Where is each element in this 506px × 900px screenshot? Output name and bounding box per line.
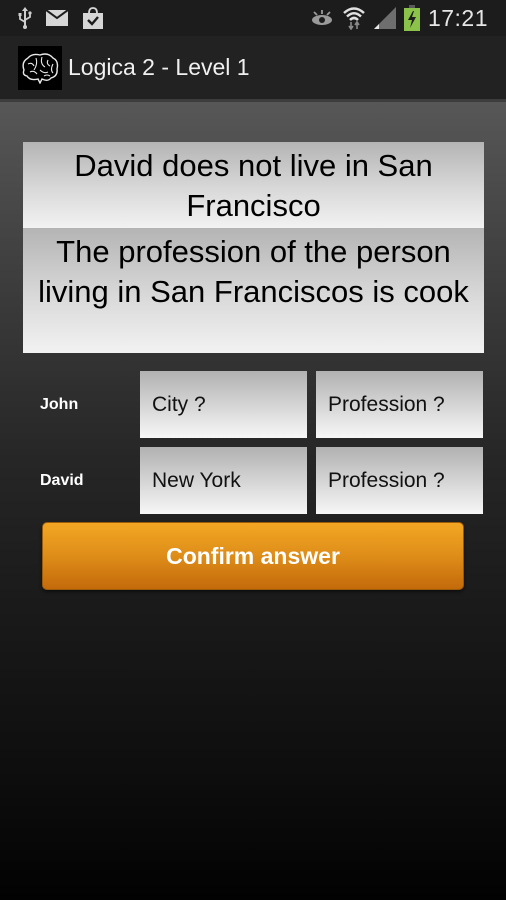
puzzle-content: David does not live in San Francisco The… bbox=[0, 102, 506, 900]
email-icon bbox=[46, 10, 68, 26]
wifi-icon bbox=[342, 6, 366, 30]
app-title: Logica 2 - Level 1 bbox=[68, 54, 250, 80]
person-label-david: David bbox=[40, 472, 84, 489]
clue-2: The profession of the person living in S… bbox=[23, 228, 484, 353]
action-bar: Logica 2 - Level 1 bbox=[0, 36, 506, 102]
john-profession-cell[interactable]: Profession ? bbox=[316, 371, 483, 438]
shopping-bag-check-icon bbox=[82, 7, 104, 29]
person-label-john: John bbox=[40, 396, 79, 413]
signal-icon bbox=[373, 7, 396, 29]
clock: 17:21 bbox=[427, 4, 488, 31]
clue-1: David does not live in San Francisco bbox=[23, 142, 484, 228]
david-profession-cell[interactable]: Profession ? bbox=[316, 447, 483, 514]
david-city-cell[interactable]: New York bbox=[140, 447, 307, 514]
john-city-cell[interactable]: City ? bbox=[140, 371, 307, 438]
notification-icons bbox=[0, 7, 104, 29]
system-icons: 17:21 bbox=[310, 5, 506, 32]
eye-icon bbox=[310, 10, 334, 26]
brain-icon[interactable] bbox=[18, 45, 62, 90]
confirm-answer-button[interactable]: Confirm answer bbox=[42, 522, 464, 590]
battery-charging-icon bbox=[403, 5, 420, 31]
status-bar: 17:21 bbox=[0, 0, 506, 36]
usb-icon bbox=[18, 7, 32, 29]
